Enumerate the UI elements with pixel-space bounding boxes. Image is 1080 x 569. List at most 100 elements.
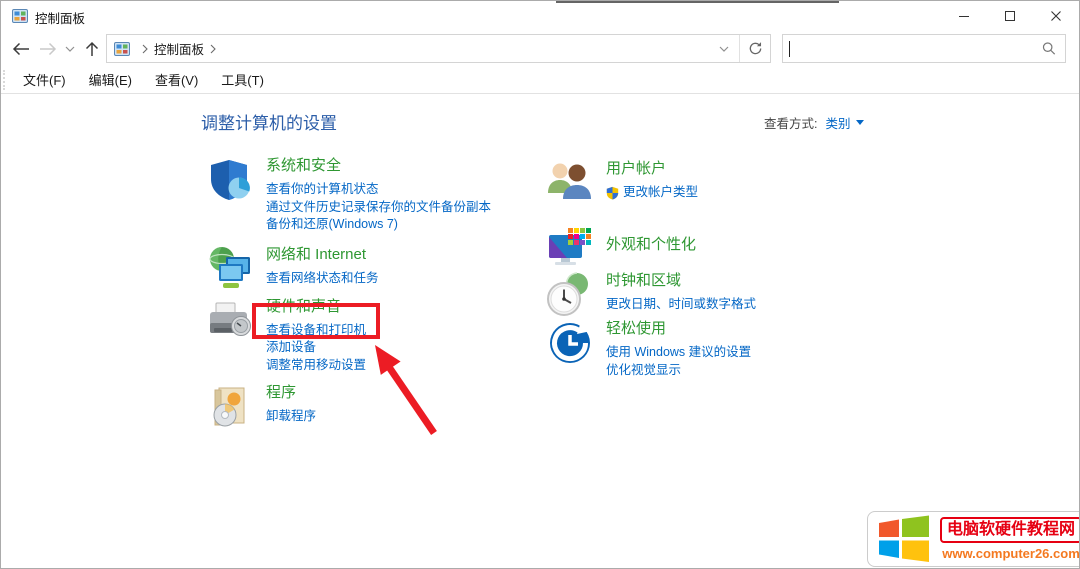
minimize-icon	[958, 10, 970, 22]
arrow-right-icon	[39, 42, 57, 56]
refresh-icon	[748, 41, 763, 56]
category-ease-of-access: 轻松使用使用 Windows 建议的设置优化视觉显示	[546, 319, 886, 379]
breadcrumb-control-panel[interactable]: 控制面板	[154, 39, 204, 58]
category-appearance-personalization: 外观和个性化	[546, 223, 886, 271]
address-bar[interactable]: 控制面板	[106, 34, 771, 63]
windows-flag-logo-icon	[877, 515, 931, 563]
software-box-icon[interactable]	[206, 383, 254, 431]
category-title-appearance-personalization[interactable]: 外观和个性化	[606, 235, 696, 255]
category-title-clock-region[interactable]: 时钟和区域	[606, 271, 756, 291]
link-label: 添加设备	[266, 339, 316, 357]
watermark-site-name: 电脑软硬件教程网	[940, 517, 1080, 543]
link-label: 更改帐户类型	[623, 184, 698, 202]
close-button[interactable]	[1033, 1, 1079, 31]
forward-button[interactable]	[35, 31, 61, 66]
shield-pie-icon[interactable]	[206, 156, 254, 204]
link-view-network-status-tasks[interactable]: 查看网络状态和任务	[266, 270, 379, 288]
link-label: 查看网络状态和任务	[266, 270, 379, 288]
link-change-account-type[interactable]: 更改帐户类型	[606, 184, 698, 202]
arrow-left-icon	[12, 42, 30, 56]
category-title-programs[interactable]: 程序	[266, 383, 316, 403]
breadcrumb-chevron-icon[interactable]	[210, 44, 216, 54]
uac-shield-icon	[606, 186, 619, 200]
link-label: 调整常用移动设置	[266, 357, 366, 375]
category-title-user-accounts[interactable]: 用户帐户	[606, 159, 698, 179]
link-uninstall-program[interactable]: 卸载程序	[266, 408, 316, 426]
menu-item-edit[interactable]: 编辑(E)	[85, 70, 136, 91]
category-text-ease-of-access: 轻松使用使用 Windows 建议的设置优化视觉显示	[606, 319, 751, 379]
search-icon[interactable]	[1042, 41, 1056, 56]
category-text-appearance-personalization: 外观和个性化	[606, 235, 696, 260]
view-by-control: 查看方式: 类别	[764, 113, 864, 132]
category-network-internet: 网络和 Internet 查看网络状态和任务	[206, 245, 546, 293]
chevron-down-icon	[65, 46, 75, 52]
category-text-system-security: 系统和安全查看你的计算机状态通过文件历史记录保存你的文件备份副本备份和还原(Wi…	[266, 156, 491, 234]
category-text-user-accounts: 用户帐户更改帐户类型	[606, 159, 698, 207]
breadcrumb-chevron-icon	[142, 44, 148, 54]
maximize-button[interactable]	[987, 1, 1033, 31]
watermark: 电脑软硬件教程网 www.computer26.com	[867, 511, 1080, 567]
view-by-value: 类别	[825, 113, 850, 132]
link-view-computer-status[interactable]: 查看你的计算机状态	[266, 181, 491, 199]
link-label: 查看你的计算机状态	[266, 181, 379, 199]
printer-icon[interactable]	[206, 297, 254, 345]
chevron-down-icon	[856, 120, 864, 125]
close-icon	[1050, 10, 1062, 22]
link-label: 通过文件历史记录保存你的文件备份副本	[266, 199, 491, 217]
clock-globe-icon[interactable]	[546, 271, 594, 319]
link-save-file-history-backup[interactable]: 通过文件历史记录保存你的文件备份副本	[266, 199, 491, 217]
link-optimize-visual-display[interactable]: 优化视觉显示	[606, 362, 751, 380]
category-title-network-internet[interactable]: 网络和 Internet	[266, 245, 379, 265]
category-user-accounts: 用户帐户更改帐户类型	[546, 159, 886, 207]
globe-monitors-icon[interactable]	[206, 245, 254, 293]
navigation-bar: 控制面板	[1, 31, 1079, 66]
category-title-ease-of-access[interactable]: 轻松使用	[606, 319, 751, 339]
refresh-button[interactable]	[740, 35, 770, 62]
category-title-system-security[interactable]: 系统和安全	[266, 156, 491, 176]
category-system-security: 系统和安全查看你的计算机状态通过文件历史记录保存你的文件备份副本备份和还原(Wi…	[206, 156, 546, 234]
link-label: 使用 Windows 建议的设置	[606, 344, 751, 362]
menu-item-view[interactable]: 查看(V)	[151, 70, 202, 91]
link-adjust-mobility-settings[interactable]: 调整常用移动设置	[266, 357, 366, 375]
maximize-icon	[1004, 10, 1016, 22]
link-add-device[interactable]: 添加设备	[266, 339, 366, 357]
watermark-site-url: www.computer26.com	[942, 546, 1080, 561]
link-label: 备份和还原(Windows 7)	[266, 216, 398, 234]
back-button[interactable]	[7, 31, 35, 66]
category-clock-region: 时钟和区域更改日期、时间或数字格式	[546, 271, 886, 319]
view-by-label: 查看方式:	[764, 113, 817, 132]
chevron-down-icon	[719, 46, 729, 52]
search-box	[782, 34, 1066, 63]
menu-bar-grip	[3, 70, 5, 90]
link-backup-restore-win7[interactable]: 备份和还原(Windows 7)	[266, 216, 491, 234]
screenshot-artifact-line	[556, 1, 839, 3]
control-panel-icon	[114, 42, 130, 56]
category-text-programs: 程序卸载程序	[266, 383, 316, 431]
link-change-date-time-number-formats[interactable]: 更改日期、时间或数字格式	[606, 296, 756, 314]
page-heading: 调整计算机的设置	[201, 109, 337, 134]
ease-of-access-icon[interactable]	[546, 319, 594, 367]
monitor-tiles-icon[interactable]	[546, 223, 594, 271]
red-arrow-annotation	[356, 334, 446, 439]
control-panel-window: 控制面板	[0, 0, 1080, 569]
window-controls	[941, 1, 1079, 31]
view-by-dropdown[interactable]: 类别	[825, 113, 863, 132]
window-title: 控制面板	[35, 8, 85, 27]
menu-bar: 文件(F) 编辑(E) 查看(V) 工具(T)	[1, 66, 1079, 94]
category-text-network-internet: 网络和 Internet 查看网络状态和任务	[266, 245, 379, 293]
link-label: 卸载程序	[266, 408, 316, 426]
arrow-up-icon	[85, 41, 99, 57]
menu-item-tools[interactable]: 工具(T)	[217, 70, 268, 91]
search-input[interactable]	[790, 35, 1042, 62]
recent-pages-button[interactable]	[61, 31, 79, 66]
watermark-text: 电脑软硬件教程网 www.computer26.com	[940, 517, 1080, 561]
users-icon[interactable]	[546, 159, 594, 207]
menu-item-file[interactable]: 文件(F)	[19, 70, 70, 91]
title-bar: 控制面板	[1, 1, 1079, 31]
link-windows-suggested-settings[interactable]: 使用 Windows 建议的设置	[606, 344, 751, 362]
link-label: 更改日期、时间或数字格式	[606, 296, 756, 314]
column-right: 用户帐户更改帐户类型外观和个性化时钟和区域更改日期、时间或数字格式轻松使用使用 …	[546, 159, 886, 379]
up-button[interactable]	[79, 31, 105, 66]
address-dropdown-button[interactable]	[709, 35, 739, 62]
minimize-button[interactable]	[941, 1, 987, 31]
